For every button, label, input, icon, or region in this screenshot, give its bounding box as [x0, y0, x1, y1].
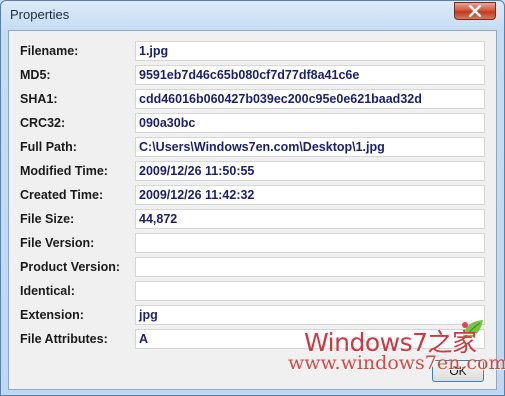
field-label: Modified Time:	[20, 164, 108, 178]
row-product-version: Product Version:	[9, 257, 498, 279]
field-label: CRC32:	[20, 116, 66, 130]
identical-field[interactable]	[135, 281, 485, 301]
product-version-field[interactable]	[135, 257, 485, 277]
row-md5: MD5: 9591eb7d46c65b080cf7d77df8a41c6e	[9, 65, 498, 87]
crc32-field[interactable]: 090a30bc	[135, 113, 485, 133]
title-bar[interactable]: Properties	[1, 1, 504, 29]
field-label: Full Path:	[20, 140, 77, 154]
row-modified-time: Modified Time: 2009/12/26 11:50:55	[9, 161, 498, 183]
row-file-attributes: File Attributes: A	[9, 329, 498, 351]
row-sha1: SHA1: cdd46016b060427b039ec200c95e0e621b…	[9, 89, 498, 111]
close-x-icon	[468, 5, 482, 17]
field-label: MD5:	[20, 68, 51, 82]
created-time-field[interactable]: 2009/12/26 11:42:32	[135, 185, 485, 205]
full-path-field[interactable]: C:\Users\Windows7en.com\Desktop\1.jpg	[135, 137, 485, 157]
field-label: Extension:	[20, 308, 84, 322]
row-filename: Filename: 1.jpg	[9, 41, 498, 63]
field-label: Created Time:	[20, 188, 104, 202]
field-label: File Attributes:	[20, 332, 108, 346]
filename-field[interactable]: 1.jpg	[135, 41, 485, 61]
row-created-time: Created Time: 2009/12/26 11:42:32	[9, 185, 498, 207]
md5-field[interactable]: 9591eb7d46c65b080cf7d77df8a41c6e	[135, 65, 485, 85]
row-identical: Identical:	[9, 281, 498, 303]
field-label: File Size:	[20, 212, 75, 226]
field-label: Identical:	[20, 284, 75, 298]
window-title: Properties	[10, 7, 70, 22]
properties-window: Properties Filename: 1.jpg MD5: 9591eb7d…	[0, 0, 505, 396]
modified-time-field[interactable]: 2009/12/26 11:50:55	[135, 161, 485, 181]
sha1-field[interactable]: cdd46016b060427b039ec200c95e0e621baad32d	[135, 89, 485, 109]
file-version-field[interactable]	[135, 233, 485, 253]
row-extension: Extension: jpg	[9, 305, 498, 327]
field-label: SHA1:	[20, 92, 58, 106]
extension-field[interactable]: jpg	[135, 305, 485, 325]
field-label: Product Version:	[20, 260, 121, 274]
file-size-field[interactable]: 44,872	[135, 209, 485, 229]
row-file-size: File Size: 44,872	[9, 209, 498, 231]
properties-panel: Filename: 1.jpg MD5: 9591eb7d46c65b080cf…	[8, 30, 497, 390]
row-file-version: File Version:	[9, 233, 498, 255]
field-label: File Version:	[20, 236, 95, 250]
row-full-path: Full Path: C:\Users\Windows7en.com\Deskt…	[9, 137, 498, 159]
close-button[interactable]	[454, 2, 496, 20]
row-crc32: CRC32: 090a30bc	[9, 113, 498, 135]
ok-button[interactable]: OK	[432, 360, 484, 382]
field-label: Filename:	[20, 44, 79, 58]
file-attributes-field[interactable]: A	[135, 329, 485, 349]
